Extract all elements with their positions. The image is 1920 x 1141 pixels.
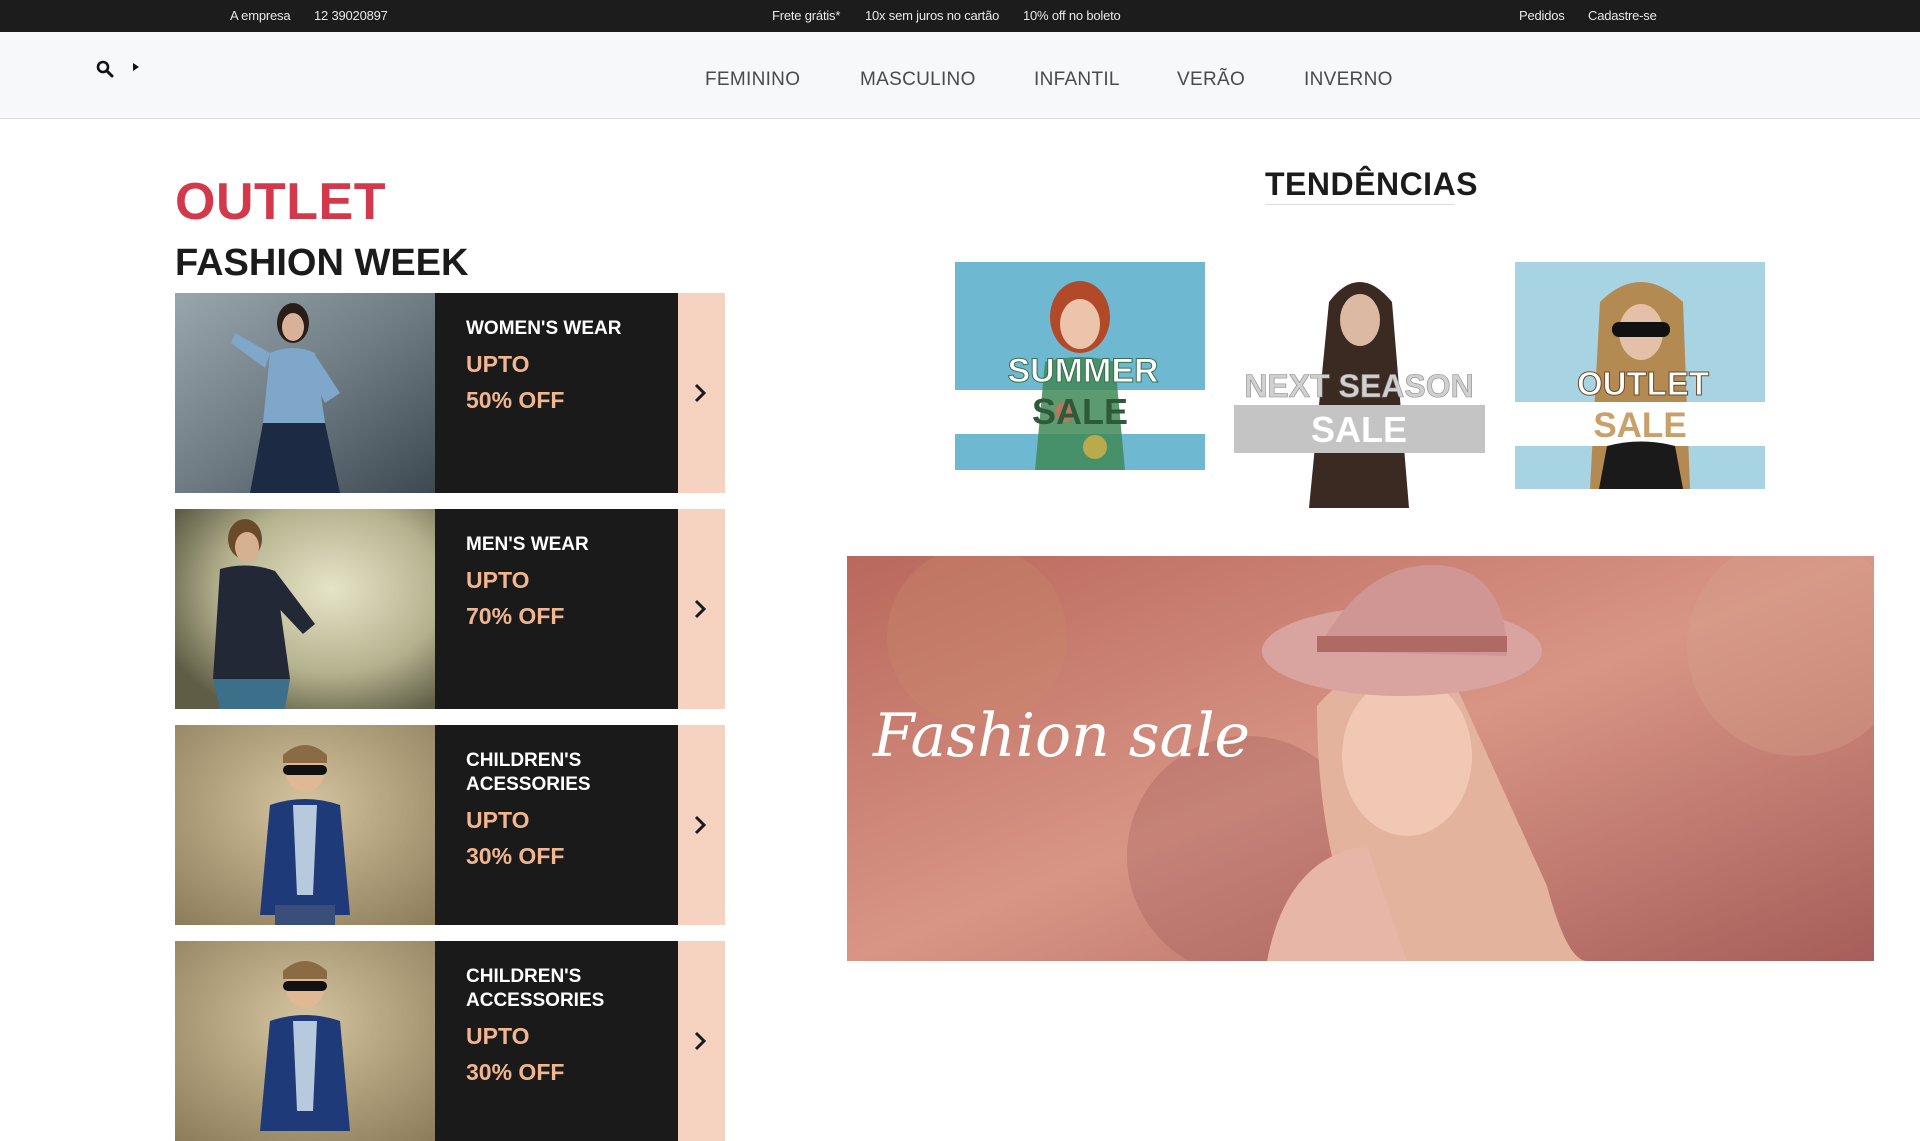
trend-line2: SALE — [1311, 409, 1407, 450]
caret-right-icon[interactable] — [132, 62, 140, 72]
top-info-bar: A empresa 12 39020897 Frete grátis* 10x … — [0, 0, 1920, 32]
installments-text: 10x sem juros no cartão — [865, 8, 1000, 23]
card-discount: 30% OFF — [466, 843, 565, 869]
banner-text: Fashion sale — [872, 701, 1250, 771]
nav-masculino[interactable]: MASCULINO — [860, 69, 976, 91]
orders-link[interactable]: Pedidos — [1519, 8, 1565, 23]
nav-inverno[interactable]: INVERNO — [1304, 69, 1393, 91]
card-discount: 50% OFF — [466, 387, 565, 413]
nav-feminino[interactable]: FEMININO — [705, 69, 800, 91]
card-upto: UPTO — [466, 351, 530, 377]
chevron-right-icon — [694, 1031, 707, 1051]
free-shipping-text: Frete grátis* — [772, 8, 841, 23]
card-arrow-button[interactable] — [678, 941, 725, 1141]
mens-wear-photo — [175, 509, 435, 709]
category-card-womens[interactable]: WOMEN'S WEAR UPTO 50% OFF — [175, 293, 725, 493]
card-info-panel: WOMEN'S WEAR UPTO 50% OFF — [435, 293, 678, 493]
card-info-panel: CHILDREN'S ACCESSORIES UPTO 30% OFF — [435, 941, 678, 1141]
category-card-mens[interactable]: MEN'S WEAR UPTO 70% OFF — [175, 509, 725, 709]
card-info-panel: CHILDREN'S ACESSORIES UPTO 30% OFF — [435, 725, 678, 925]
fashion-week-heading: FASHION WEEK — [175, 242, 469, 284]
trends-heading: TENDÊNCIAS — [1265, 166, 1479, 202]
signup-link[interactable]: Cadastre-se — [1588, 8, 1657, 23]
nav-infantil[interactable]: INFANTIL — [1034, 69, 1120, 91]
chevron-right-icon — [694, 815, 707, 835]
womens-wear-photo — [175, 293, 435, 493]
card-arrow-button[interactable] — [678, 293, 725, 493]
boleto-discount-text: 10% off no boleto — [1023, 8, 1121, 23]
fashion-sale-banner[interactable]: Fashion sale — [847, 556, 1874, 961]
company-link[interactable]: A empresa — [230, 8, 291, 23]
card-info-panel: MEN'S WEAR UPTO 70% OFF — [435, 509, 678, 709]
card-arrow-button[interactable] — [678, 509, 725, 709]
outlet-heading: OUTLET — [175, 173, 386, 231]
search-icon[interactable] — [96, 60, 114, 78]
card-category: CHILDREN'S ACESSORIES — [466, 750, 591, 795]
chevron-right-icon — [694, 599, 707, 619]
card-arrow-button[interactable] — [678, 725, 725, 925]
card-upto: UPTO — [466, 567, 530, 593]
trend-summer-sale[interactable]: SUMMER SALE — [955, 262, 1205, 470]
trend-next-season-sale[interactable]: NEXT SEASON SALE — [1234, 262, 1485, 508]
trend-line2: SALE — [1593, 406, 1686, 445]
nav-verao[interactable]: VERÃO — [1177, 69, 1245, 91]
childrens-photo — [175, 941, 435, 1141]
trend-line2: SALE — [1032, 391, 1128, 432]
category-card-childrens-2[interactable]: CHILDREN'S ACCESSORIES UPTO 30% OFF — [175, 941, 725, 1141]
phone-number: 12 39020897 — [314, 8, 388, 23]
card-discount: 30% OFF — [466, 1059, 565, 1085]
card-upto: UPTO — [466, 1023, 530, 1049]
trend-line1: SUMMER — [1007, 352, 1158, 390]
card-category: WOMEN'S WEAR — [466, 318, 622, 339]
trend-outlet-sale[interactable]: OUTLET SALE — [1515, 262, 1765, 489]
trend-line1: OUTLET — [1577, 365, 1709, 402]
category-card-childrens[interactable]: CHILDREN'S ACESSORIES UPTO 30% OFF — [175, 725, 725, 925]
trend-line1: NEXT SEASON — [1244, 368, 1473, 404]
card-category: MEN'S WEAR — [466, 534, 589, 555]
childrens-photo — [175, 725, 435, 925]
card-category: CHILDREN'S ACCESSORIES — [466, 966, 605, 1011]
trends-underline — [1265, 204, 1455, 205]
card-discount: 70% OFF — [466, 603, 565, 629]
card-upto: UPTO — [466, 807, 530, 833]
chevron-right-icon — [694, 383, 707, 403]
main-navigation: FEMININO MASCULINO INFANTIL VERÃO INVERN… — [0, 32, 1920, 119]
